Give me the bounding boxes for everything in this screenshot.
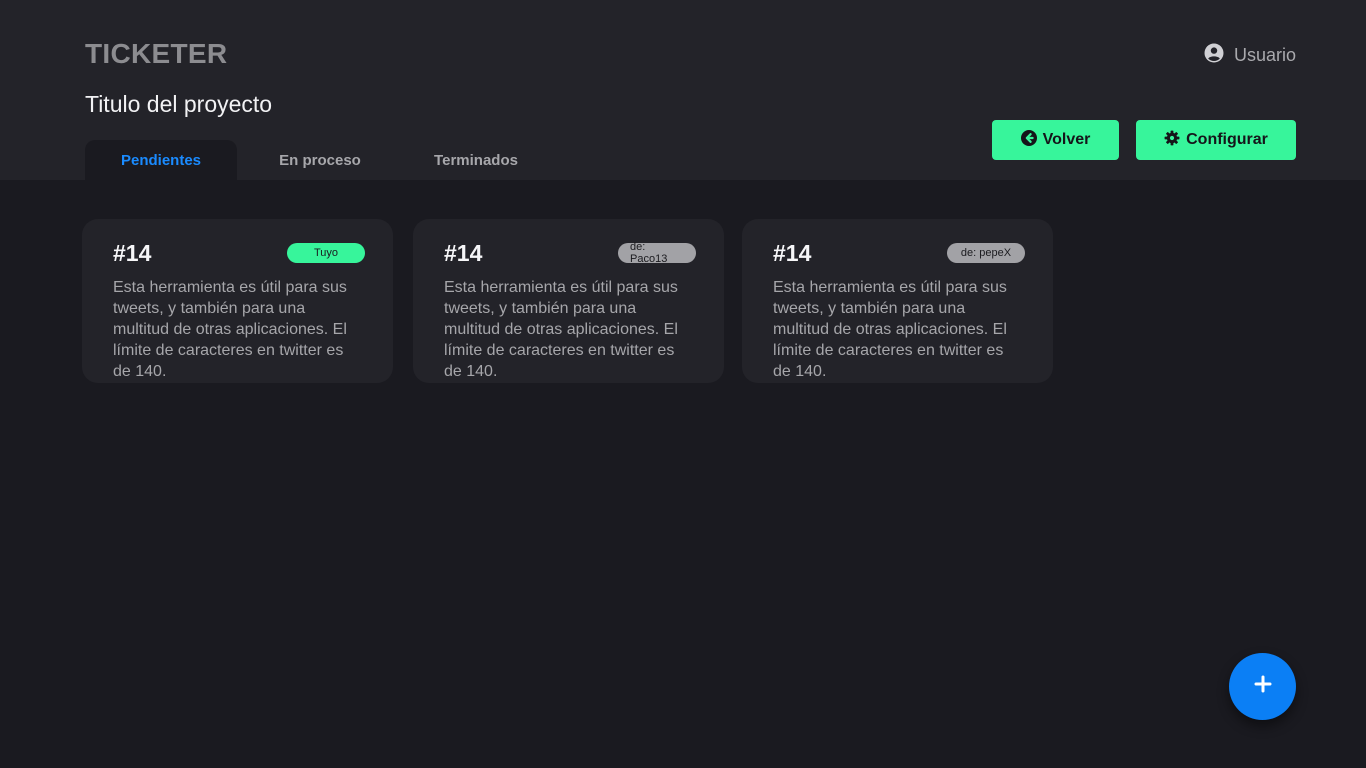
arrow-left-circle-icon	[1020, 129, 1037, 151]
gear-icon	[1164, 130, 1180, 151]
owner-badge: de: pepeX	[947, 243, 1025, 263]
tab-pendientes[interactable]: Pendientes	[85, 140, 237, 180]
ticket-card[interactable]: #14 de: Paco13 Esta herramienta es útil …	[413, 219, 724, 383]
header-actions: Volver Configurar	[992, 120, 1296, 160]
ticket-description: Esta herramienta es útil para sus tweets…	[773, 279, 1007, 380]
user-circle-icon	[1204, 43, 1224, 68]
project-title: Titulo del proyecto	[85, 91, 273, 117]
ticket-card[interactable]: #14 de: pepeX Esta herramienta es útil p…	[742, 219, 1053, 383]
owner-badge: Tuyo	[287, 243, 365, 263]
ticket-card[interactable]: #14 Tuyo Esta herramienta es útil para s…	[82, 219, 393, 383]
status-tabs: Pendientes En proceso Terminados	[85, 140, 549, 180]
ticket-description: Esta herramienta es útil para sus tweets…	[113, 279, 347, 380]
configure-button[interactable]: Configurar	[1136, 120, 1296, 160]
back-button[interactable]: Volver	[992, 120, 1119, 160]
user-label: Usuario	[1233, 45, 1296, 65]
ticket-description: Esta herramienta es útil para sus tweets…	[444, 279, 678, 380]
app-brand: TICKETER	[85, 38, 228, 69]
tab-en-proceso[interactable]: En proceso	[237, 140, 403, 180]
configure-button-label: Configurar	[1186, 131, 1268, 148]
tab-terminados[interactable]: Terminados	[403, 140, 549, 180]
ticket-list: #14 Tuyo Esta herramienta es útil para s…	[82, 219, 1053, 383]
app-header: TICKETER Usuario Titulo del proyecto Pen…	[0, 0, 1366, 180]
add-ticket-button[interactable]	[1229, 653, 1296, 720]
user-menu[interactable]: Usuario	[1204, 43, 1296, 68]
back-button-label: Volver	[1042, 131, 1091, 148]
owner-badge: de: Paco13	[618, 241, 696, 265]
plus-icon	[1253, 674, 1273, 699]
